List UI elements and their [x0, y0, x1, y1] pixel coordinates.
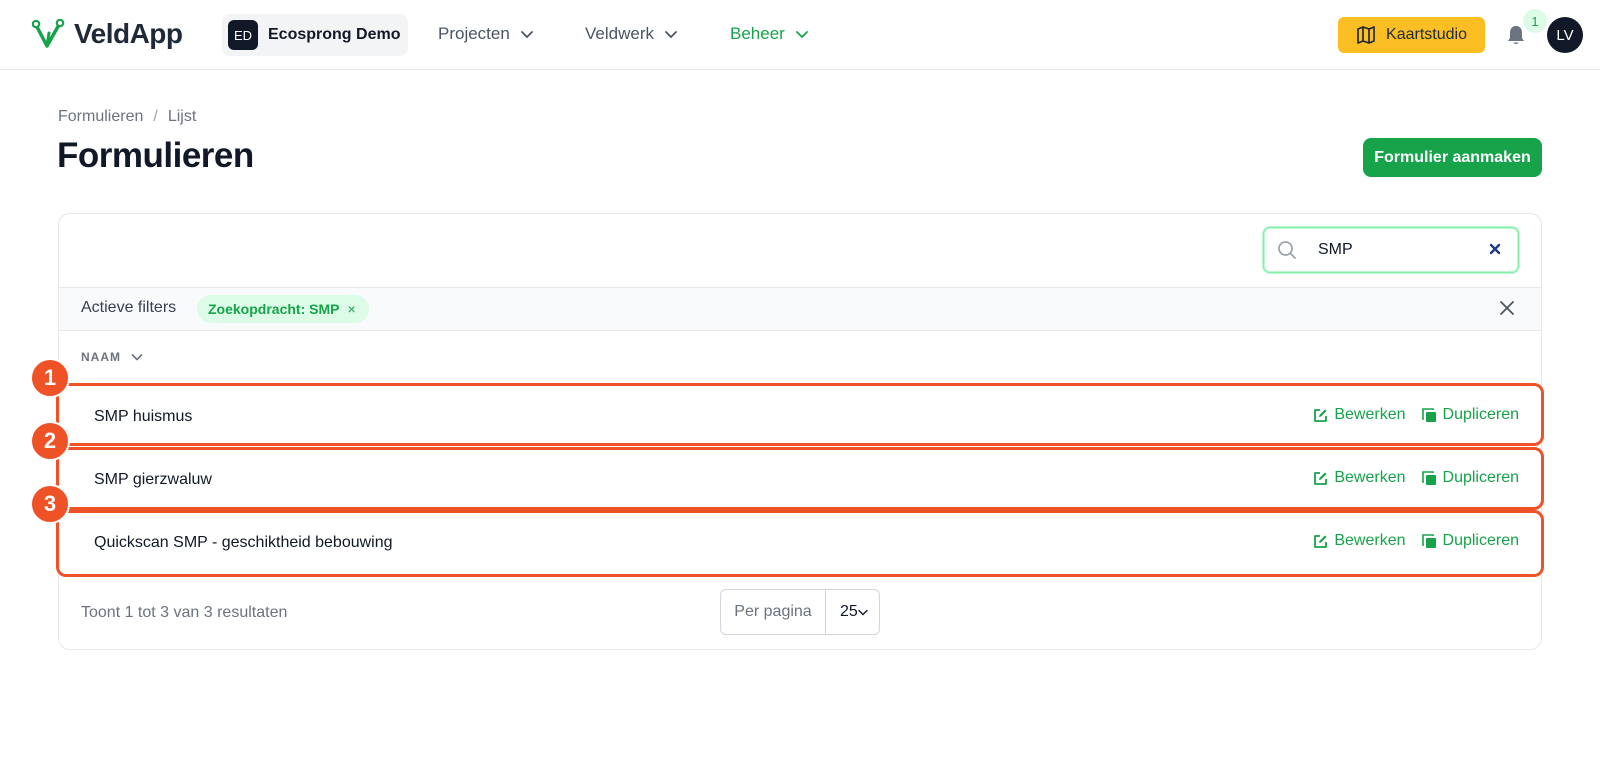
row-highlight-outline: [56, 510, 1544, 577]
search-input[interactable]: [1318, 238, 1468, 262]
row-highlight-outline: [56, 447, 1544, 510]
bell-icon[interactable]: [1505, 24, 1527, 46]
nav-item-label: Projecten: [438, 24, 510, 43]
breadcrumb: Formulieren / Lijst: [58, 108, 196, 126]
top-navigation-bar: VeldApp ED Ecosprong Demo Projecten Veld…: [0, 0, 1600, 70]
nav-item-label: Beheer: [730, 24, 785, 43]
nav-item-beheer[interactable]: Beheer: [730, 24, 809, 44]
app-logo[interactable]: VeldApp: [32, 18, 183, 50]
clear-search-icon[interactable]: [1486, 240, 1504, 258]
nav-item-projecten[interactable]: Projecten: [438, 24, 534, 44]
step-marker: 1: [30, 358, 70, 398]
row-highlight-outline: [56, 383, 1544, 446]
per-page-control: Per pagina 25: [720, 589, 880, 635]
breadcrumb-item-formulieren[interactable]: Formulieren: [58, 108, 143, 126]
chevron-down-icon: [858, 609, 868, 616]
breadcrumb-separator: /: [153, 108, 158, 125]
map-icon: [1357, 26, 1375, 44]
clear-filters-close-icon[interactable]: [1498, 299, 1516, 317]
breadcrumb-item-lijst: Lijst: [167, 108, 197, 125]
per-page-value: 25: [840, 603, 858, 620]
notification-count-badge: 1: [1523, 9, 1547, 33]
organization-badge: ED: [228, 20, 258, 50]
veldapp-logo-icon: [32, 19, 65, 48]
filter-chip-label: Zoekopdracht: SMP: [208, 301, 340, 317]
app-name: VeldApp: [74, 18, 183, 49]
chevron-down-icon: [665, 31, 677, 38]
organization-switcher[interactable]: ED Ecosprong Demo: [222, 14, 408, 56]
step-marker: 2: [30, 421, 70, 461]
column-header-label: NAAM: [81, 350, 121, 364]
per-page-label: Per pagina: [721, 590, 826, 634]
per-page-select[interactable]: 25: [826, 590, 879, 634]
page-title: Formulieren: [57, 136, 254, 175]
results-summary: Toont 1 tot 3 van 3 resultaten: [81, 604, 288, 621]
chevron-down-icon: [795, 31, 808, 38]
map-studio-button[interactable]: Kaartstudio: [1338, 17, 1485, 53]
step-marker: 3: [30, 484, 70, 524]
create-form-button[interactable]: Formulier aanmaken: [1363, 138, 1542, 177]
column-header-name[interactable]: NAAM: [81, 350, 143, 364]
remove-filter-icon[interactable]: ×: [347, 301, 355, 317]
nav-item-veldwerk[interactable]: Veldwerk: [585, 24, 678, 44]
filter-chip-search[interactable]: Zoekopdracht: SMP ×: [197, 295, 369, 323]
user-avatar[interactable]: LV: [1547, 17, 1583, 53]
search-icon: [1278, 241, 1296, 259]
active-filters-label: Actieve filters: [81, 299, 177, 316]
organization-name: Ecosprong Demo: [268, 26, 401, 43]
nav-item-label: Veldwerk: [585, 24, 654, 43]
sort-chevron-down-icon: [131, 354, 143, 361]
map-studio-label: Kaartstudio: [1386, 26, 1467, 43]
chevron-down-icon: [520, 31, 533, 38]
